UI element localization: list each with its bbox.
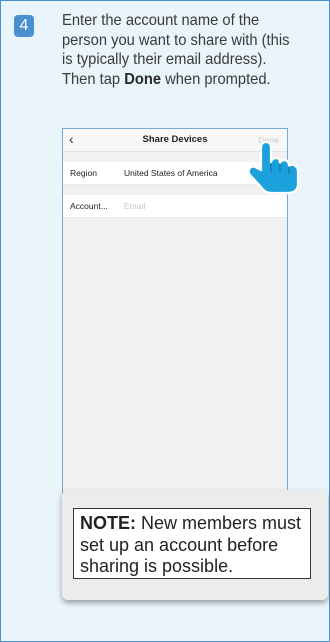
note-card: NOTE: New members must set up an account…	[62, 490, 328, 600]
account-row[interactable]: Account... Email	[63, 195, 287, 218]
note-box: NOTE: New members must set up an account…	[73, 508, 311, 579]
instruction-text: when prompted.	[161, 70, 271, 88]
pointing-hand-icon	[247, 140, 300, 195]
instruction-line: person you want to share with (this	[62, 31, 290, 49]
account-label: Account...	[70, 201, 108, 211]
instruction-line: Enter the account name of the	[62, 12, 260, 29]
done-emphasis: Done	[124, 70, 162, 88]
region-label: Region	[70, 168, 97, 178]
step-instructions: Enter the account name of the person you…	[62, 11, 303, 89]
instruction-line: Then tap Done when prompted.	[62, 70, 303, 90]
note-label: NOTE:	[80, 513, 136, 533]
instruction-text: Then tap	[62, 70, 125, 88]
region-value: United States of America	[124, 168, 218, 178]
instruction-line: is typically their email address).	[62, 51, 267, 68]
email-input[interactable]: Email	[124, 195, 145, 217]
step-number-badge: 4	[14, 15, 34, 37]
